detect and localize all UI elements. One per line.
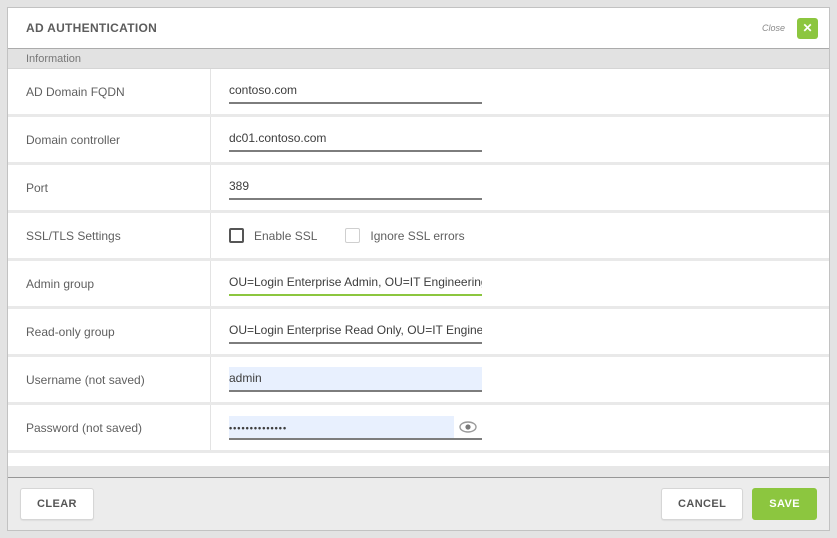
field-label: Read-only group xyxy=(8,309,211,354)
field-label: SSL/TLS Settings xyxy=(8,213,211,258)
input-underline xyxy=(229,319,482,344)
field-label: Domain controller xyxy=(8,117,211,162)
form-row-password: Password (not saved) xyxy=(8,405,829,453)
save-button[interactable]: SAVE xyxy=(752,488,817,520)
form-row-username: Username (not saved) xyxy=(8,357,829,405)
form-row-admin-group: Admin group xyxy=(8,261,829,309)
port-input[interactable] xyxy=(229,175,482,198)
section-header-information: Information xyxy=(8,48,829,69)
input-underline xyxy=(229,416,482,440)
form: AD Domain FQDN Domain controller Port xyxy=(8,69,829,453)
domain-controller-input[interactable] xyxy=(229,127,482,150)
field-area xyxy=(211,309,829,354)
field-label: Username (not saved) xyxy=(8,357,211,402)
form-row-ssl-tls-settings: SSL/TLS Settings Enable SSL Ignore SSL e… xyxy=(8,213,829,261)
input-underline xyxy=(229,79,482,104)
page-background: AD AUTHENTICATION Close ✕ Information AD… xyxy=(0,0,837,538)
ignore-ssl-errors-group: Ignore SSL errors xyxy=(345,228,464,243)
cancel-button[interactable]: CANCEL xyxy=(661,488,743,520)
close-button[interactable]: ✕ xyxy=(797,18,818,39)
ignore-ssl-errors-label: Ignore SSL errors xyxy=(370,229,464,243)
enable-ssl-checkbox[interactable] xyxy=(229,228,244,243)
eye-icon xyxy=(459,421,477,433)
dialog-footer: CLEAR CANCEL SAVE xyxy=(8,478,829,530)
field-area: Enable SSL Ignore SSL errors xyxy=(211,213,829,258)
input-underline-green xyxy=(229,271,482,296)
clear-button[interactable]: CLEAR xyxy=(20,488,94,520)
show-password-button[interactable] xyxy=(454,418,482,436)
read-only-group-input[interactable] xyxy=(229,319,482,342)
ignore-ssl-errors-checkbox xyxy=(345,228,360,243)
dialog-header: AD AUTHENTICATION Close ✕ xyxy=(8,8,829,48)
field-area xyxy=(211,69,829,114)
field-label: Password (not saved) xyxy=(8,405,211,450)
enable-ssl-group: Enable SSL xyxy=(229,228,317,243)
ad-authentication-dialog: AD AUTHENTICATION Close ✕ Information AD… xyxy=(7,7,830,531)
field-label: AD Domain FQDN xyxy=(8,69,211,114)
form-row-port: Port xyxy=(8,165,829,213)
ad-domain-fqdn-input[interactable] xyxy=(229,79,482,102)
password-input[interactable] xyxy=(229,416,454,438)
section-header-label: Information xyxy=(26,53,81,65)
input-underline xyxy=(229,127,482,152)
form-bottom-strip xyxy=(8,453,829,466)
field-area xyxy=(211,261,829,306)
admin-group-input[interactable] xyxy=(229,271,482,294)
input-underline xyxy=(229,367,482,392)
dialog-title: AD AUTHENTICATION xyxy=(8,21,762,35)
field-label: Port xyxy=(8,165,211,210)
field-label: Admin group xyxy=(8,261,211,306)
close-label: Close xyxy=(762,23,785,33)
form-row-read-only-group: Read-only group xyxy=(8,309,829,357)
form-row-ad-domain-fqdn: AD Domain FQDN xyxy=(8,69,829,117)
username-input[interactable] xyxy=(229,367,482,390)
input-underline xyxy=(229,175,482,200)
form-row-domain-controller: Domain controller xyxy=(8,117,829,165)
enable-ssl-label: Enable SSL xyxy=(254,229,317,243)
close-icon: ✕ xyxy=(802,18,812,39)
field-area xyxy=(211,165,829,210)
field-area xyxy=(211,117,829,162)
field-area xyxy=(211,357,829,402)
pre-footer-band xyxy=(8,466,829,478)
field-area xyxy=(211,405,829,450)
